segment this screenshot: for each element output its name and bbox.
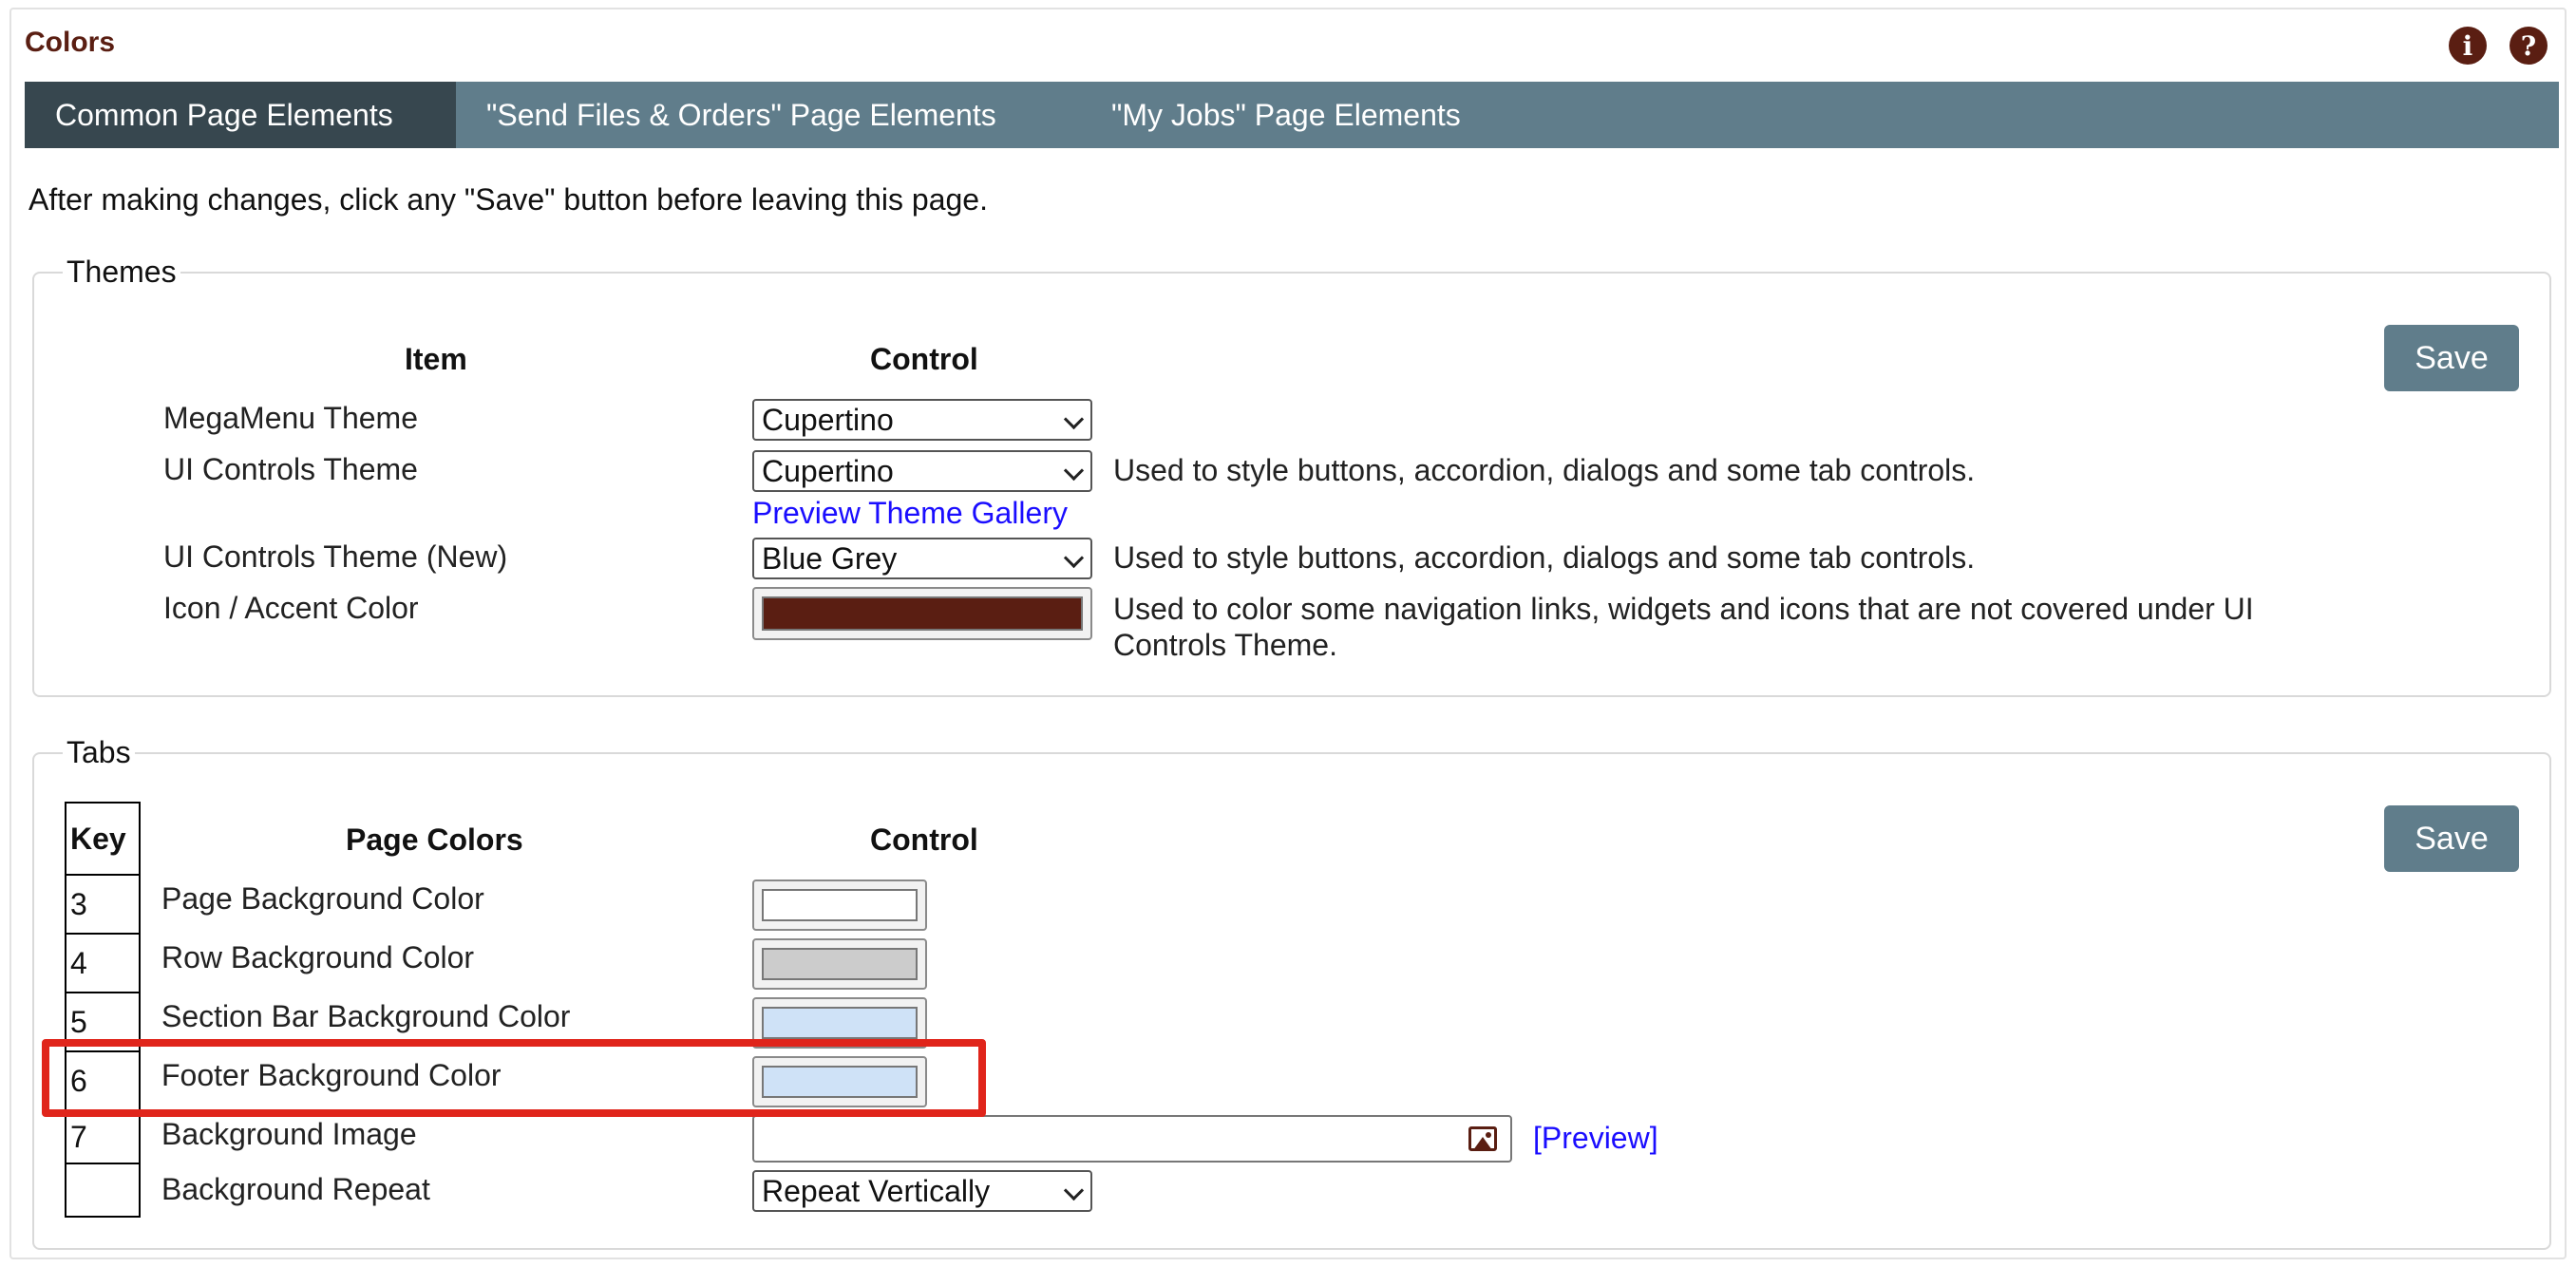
tab-my-jobs[interactable]: "My Jobs" Page Elements: [1081, 82, 1491, 148]
ui-controls-theme-new-label: UI Controls Theme (New): [163, 539, 508, 574]
select-value: Repeat Vertically: [762, 1173, 991, 1208]
tab-label: "My Jobs" Page Elements: [1111, 97, 1461, 132]
ui-controls-theme-select[interactable]: Cupertino: [752, 450, 1092, 492]
row-background-color-swatch: [762, 948, 918, 980]
key-value: 7: [70, 1119, 87, 1154]
chevron-down-icon: [1063, 408, 1085, 430]
ui-controls-theme-description: Used to style buttons, accordion, dialog…: [1113, 453, 1976, 487]
info-icon[interactable]: i: [2449, 27, 2487, 65]
description-line-2: Controls Theme.: [1113, 628, 1337, 662]
key-cell: 4: [65, 933, 141, 993]
key-value: 4: [70, 945, 87, 980]
chevron-down-icon: [1063, 1180, 1085, 1201]
preview-theme-gallery-link[interactable]: Preview Theme Gallery: [752, 496, 1068, 531]
key-cell: 7: [65, 1109, 141, 1164]
key-cell: 3: [65, 874, 141, 935]
page-background-color-label: Page Background Color: [161, 881, 484, 916]
tab-label: "Send Files & Orders" Page Elements: [486, 97, 996, 132]
description-line-1: Used to color some navigation links, wid…: [1113, 592, 2254, 626]
save-notice: After making changes, click any "Save" b…: [28, 182, 988, 217]
ui-controls-theme-label: UI Controls Theme: [163, 452, 418, 486]
key-value: 5: [70, 1004, 87, 1039]
icon-accent-color-description: Used to color some navigation links, wid…: [1113, 591, 2254, 663]
page-title: Colors: [25, 27, 116, 58]
themes-save-button[interactable]: Save: [2384, 325, 2519, 391]
themes-col-item: Item: [405, 342, 467, 376]
tab-send-files-orders[interactable]: "Send Files & Orders" Page Elements: [456, 82, 1027, 148]
tab-bar: Common Page Elements "Send Files & Order…: [25, 82, 2559, 148]
help-icon[interactable]: ?: [2510, 27, 2548, 65]
themes-legend: Themes: [66, 255, 177, 289]
key-cell: [65, 1163, 141, 1218]
tabs-col-page-colors: Page Colors: [346, 823, 523, 857]
accent-color-picker[interactable]: [752, 587, 1092, 640]
accent-color-swatch: [762, 596, 1083, 631]
tab-label: Common Page Elements: [55, 97, 393, 132]
ui-controls-theme-new-select[interactable]: Blue Grey: [752, 538, 1092, 579]
background-repeat-select[interactable]: Repeat Vertically: [752, 1170, 1092, 1212]
megamenu-theme-select[interactable]: Cupertino: [752, 399, 1092, 441]
megamenu-theme-label: MegaMenu Theme: [163, 401, 418, 435]
section-bar-background-color-swatch: [762, 1007, 918, 1039]
page-background-color-swatch: [762, 889, 918, 921]
page-background-color-picker[interactable]: [752, 879, 927, 931]
ui-controls-theme-new-description: Used to style buttons, accordion, dialog…: [1113, 540, 1976, 575]
themes-col-control: Control: [870, 342, 978, 376]
background-image-label: Background Image: [161, 1117, 417, 1151]
select-value: Cupertino: [762, 453, 894, 488]
background-image-input[interactable]: [752, 1115, 1512, 1163]
background-repeat-label: Background Repeat: [161, 1172, 430, 1206]
tabs-legend: Tabs: [66, 735, 131, 769]
row-background-color-label: Row Background Color: [161, 940, 475, 974]
row-background-color-picker[interactable]: [752, 938, 927, 990]
tabs-save-button[interactable]: Save: [2384, 805, 2519, 872]
section-bar-background-color-label: Section Bar Background Color: [161, 999, 571, 1033]
select-value: Blue Grey: [762, 540, 898, 576]
key-header: Key: [70, 821, 126, 856]
key-header-cell: Key: [65, 802, 141, 876]
tabs-col-control: Control: [870, 823, 978, 857]
tab-common-page-elements[interactable]: Common Page Elements: [25, 82, 456, 148]
image-icon-mountain: [1473, 1137, 1492, 1148]
icon-accent-color-label: Icon / Accent Color: [163, 591, 419, 625]
key-value: 3: [70, 886, 87, 921]
chevron-down-icon: [1063, 547, 1085, 569]
select-value: Cupertino: [762, 402, 894, 437]
background-image-preview-link[interactable]: [Preview]: [1533, 1121, 1658, 1156]
chevron-down-icon: [1063, 460, 1085, 482]
image-icon[interactable]: [1468, 1126, 1497, 1151]
highlight-box: [42, 1039, 986, 1117]
